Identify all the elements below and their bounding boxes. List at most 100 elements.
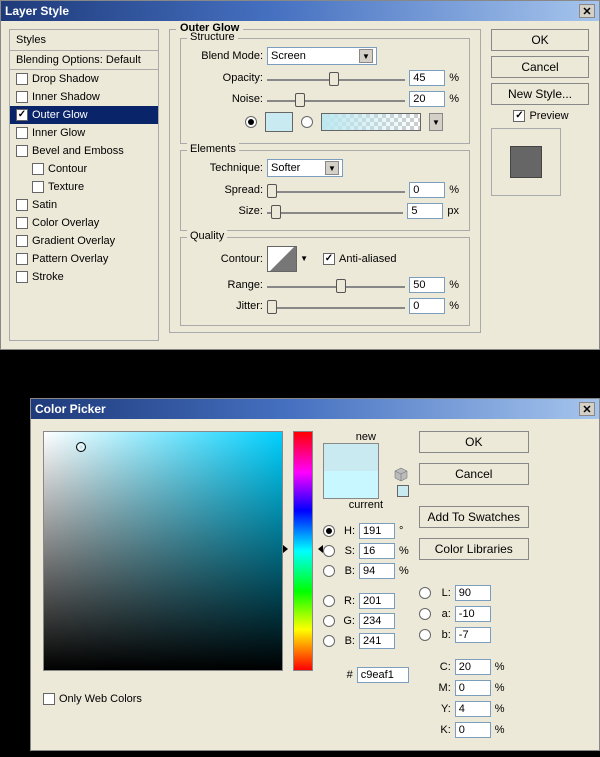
bb-radio[interactable] <box>323 635 335 647</box>
technique-combo[interactable]: Softer ▼ <box>267 159 343 177</box>
color-field[interactable] <box>43 431 283 671</box>
k-label: K: <box>435 724 451 736</box>
color-picker-titlebar[interactable]: Color Picker ✕ <box>31 399 599 419</box>
gradient-radio[interactable] <box>301 116 313 128</box>
h-radio[interactable] <box>323 525 335 537</box>
styles-header[interactable]: Styles <box>10 30 158 51</box>
add-swatches-button[interactable]: Add To Swatches <box>419 506 529 528</box>
blending-options-row[interactable]: Blending Options: Default <box>10 51 158 70</box>
blend-mode-combo[interactable]: Screen ▼ <box>267 47 377 65</box>
bb-input[interactable] <box>359 633 395 649</box>
styles-item-contour[interactable]: Contour <box>10 160 158 178</box>
checkbox-icon[interactable] <box>16 145 28 157</box>
b2-radio[interactable] <box>419 629 431 641</box>
checkbox-icon[interactable] <box>16 127 28 139</box>
range-input[interactable] <box>409 277 445 293</box>
range-slider[interactable] <box>267 278 405 292</box>
quality-title: Quality <box>187 230 227 242</box>
checkbox-icon[interactable] <box>16 199 28 211</box>
new-current-swatch[interactable] <box>323 443 379 499</box>
preview-box <box>491 128 561 196</box>
close-icon[interactable]: ✕ <box>579 402 595 416</box>
cp-ok-button[interactable]: OK <box>419 431 529 453</box>
checkbox-icon[interactable] <box>16 217 28 229</box>
r-input[interactable] <box>359 593 395 609</box>
checkbox-icon[interactable] <box>16 109 28 121</box>
checkbox-icon[interactable] <box>16 235 28 247</box>
g-radio[interactable] <box>323 615 335 627</box>
size-input[interactable] <box>407 203 443 219</box>
m-input[interactable] <box>455 680 491 696</box>
a-radio[interactable] <box>419 608 431 620</box>
styles-item-pattern-overlay[interactable]: Pattern Overlay <box>10 250 158 268</box>
y-label: Y: <box>435 703 451 715</box>
gradient-swatch[interactable] <box>321 113 421 131</box>
styles-item-drop-shadow[interactable]: Drop Shadow <box>10 70 158 88</box>
spread-input[interactable] <box>409 182 445 198</box>
cp-cancel-button[interactable]: Cancel <box>419 463 529 485</box>
opacity-slider[interactable] <box>267 71 405 85</box>
c-input[interactable] <box>455 659 491 675</box>
opacity-input[interactable] <box>409 70 445 86</box>
r-radio[interactable] <box>323 595 335 607</box>
only-web-colors-checkbox[interactable] <box>43 693 55 705</box>
hex-input[interactable] <box>357 667 409 683</box>
cube-icon[interactable] <box>393 467 409 483</box>
styles-item-satin[interactable]: Satin <box>10 196 158 214</box>
s-label: S: <box>339 545 355 557</box>
checkbox-icon[interactable] <box>32 163 44 175</box>
contour-picker[interactable]: ▼ <box>267 246 297 272</box>
checkbox-icon[interactable] <box>16 73 28 85</box>
small-swatch[interactable] <box>397 485 409 497</box>
preview-checkbox[interactable] <box>513 110 525 122</box>
color-libraries-button[interactable]: Color Libraries <box>419 538 529 560</box>
b-radio[interactable] <box>323 565 335 577</box>
color-radio[interactable] <box>245 116 257 128</box>
styles-item-inner-shadow[interactable]: Inner Shadow <box>10 88 158 106</box>
styles-item-texture[interactable]: Texture <box>10 178 158 196</box>
checkbox-icon[interactable] <box>16 91 28 103</box>
styles-item-outer-glow[interactable]: Outer Glow <box>10 106 158 124</box>
checkbox-icon[interactable] <box>16 271 28 283</box>
k-input[interactable] <box>455 722 491 738</box>
styles-item-bevel-and-emboss[interactable]: Bevel and Emboss <box>10 142 158 160</box>
chevron-down-icon[interactable]: ▼ <box>429 113 443 131</box>
h-input[interactable] <box>359 523 395 539</box>
glow-color-swatch[interactable] <box>265 112 293 132</box>
ok-button[interactable]: OK <box>491 29 589 51</box>
elements-title: Elements <box>187 143 239 155</box>
cancel-button[interactable]: Cancel <box>491 56 589 78</box>
g-input[interactable] <box>359 613 395 629</box>
anti-aliased-checkbox[interactable] <box>323 253 335 265</box>
spread-slider[interactable] <box>267 183 405 197</box>
color-picker-title: Color Picker <box>35 402 106 416</box>
l-radio[interactable] <box>419 587 431 599</box>
jitter-slider[interactable] <box>267 299 405 313</box>
styles-item-inner-glow[interactable]: Inner Glow <box>10 124 158 142</box>
layer-style-titlebar[interactable]: Layer Style ✕ <box>1 1 599 21</box>
size-unit: px <box>447 205 459 217</box>
styles-item-label: Drop Shadow <box>32 73 99 85</box>
a-input[interactable] <box>455 606 491 622</box>
checkbox-icon[interactable] <box>16 253 28 265</box>
l-label: L: <box>435 587 451 599</box>
jitter-input[interactable] <box>409 298 445 314</box>
b2-input[interactable] <box>455 627 491 643</box>
checkbox-icon[interactable] <box>32 181 44 193</box>
hue-slider[interactable] <box>293 431 313 671</box>
y-unit: % <box>495 703 505 715</box>
noise-input[interactable] <box>409 91 445 107</box>
size-slider[interactable] <box>267 204 403 218</box>
new-style-button[interactable]: New Style... <box>491 83 589 105</box>
l-input[interactable] <box>455 585 491 601</box>
spread-label: Spread: <box>191 184 263 196</box>
styles-item-color-overlay[interactable]: Color Overlay <box>10 214 158 232</box>
noise-slider[interactable] <box>267 92 405 106</box>
s-radio[interactable] <box>323 545 335 557</box>
styles-item-gradient-overlay[interactable]: Gradient Overlay <box>10 232 158 250</box>
b-input[interactable] <box>359 563 395 579</box>
s-input[interactable] <box>359 543 395 559</box>
styles-item-stroke[interactable]: Stroke <box>10 268 158 286</box>
y-input[interactable] <box>455 701 491 717</box>
close-icon[interactable]: ✕ <box>579 4 595 18</box>
